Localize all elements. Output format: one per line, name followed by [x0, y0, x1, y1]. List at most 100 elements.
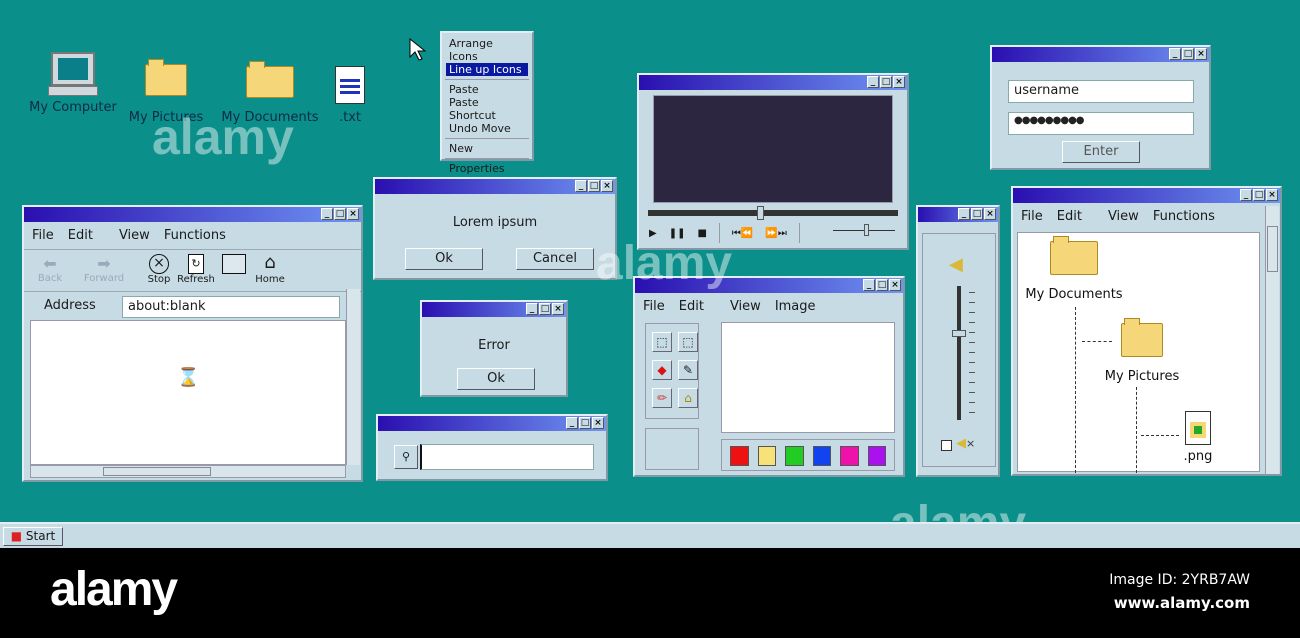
menu-view[interactable]: View	[1108, 209, 1139, 224]
color-swatch[interactable]	[757, 446, 776, 466]
maximize-button[interactable]: □	[579, 417, 591, 429]
pencil-tool[interactable]: ✏	[652, 388, 672, 408]
title-bar[interactable]: _ □ ×	[422, 302, 566, 317]
username-input[interactable]: username	[1008, 80, 1194, 103]
title-bar[interactable]: _ □ ×	[639, 75, 907, 90]
title-bar[interactable]: _ □ ×	[24, 207, 361, 222]
title-bar[interactable]: _ □ ×	[378, 416, 606, 431]
close-button[interactable]: ×	[552, 303, 564, 315]
desktop-icon-txt[interactable]: .txt	[325, 66, 375, 125]
skip-back-icon[interactable]: ⏮⏪	[732, 228, 753, 239]
folder-button[interactable]	[222, 254, 246, 274]
minimize-button[interactable]: _	[566, 417, 578, 429]
search-input[interactable]	[420, 444, 594, 470]
minimize-button[interactable]: _	[867, 76, 879, 88]
title-bar[interactable]: _ □ ×	[375, 179, 615, 194]
menu-item-paste[interactable]: Paste	[442, 83, 532, 96]
menu-image[interactable]: Image	[775, 299, 816, 314]
menu-view[interactable]: View	[119, 228, 150, 243]
enter-button[interactable]: Enter	[1062, 141, 1140, 163]
menu-file[interactable]: File	[32, 228, 54, 243]
skip-forward-icon[interactable]: ⏩⏭	[765, 228, 786, 239]
cancel-button[interactable]: Cancel	[516, 248, 594, 270]
title-bar[interactable]: _ □ ×	[1013, 188, 1280, 203]
close-button[interactable]: ×	[893, 76, 905, 88]
color-swatch[interactable]	[867, 446, 886, 466]
maximize-button[interactable]: □	[880, 76, 892, 88]
color-swatch[interactable]	[730, 446, 749, 466]
eraser-tool[interactable]: ◆	[652, 360, 672, 380]
home-button[interactable]: ⌂ Home	[254, 252, 286, 285]
horizontal-scrollbar[interactable]	[30, 465, 346, 478]
minimize-button[interactable]: _	[1240, 189, 1252, 201]
close-button[interactable]: ×	[984, 208, 996, 220]
maximize-button[interactable]: □	[1182, 48, 1194, 60]
menu-item-line-up-icons[interactable]: Line up Icons	[446, 63, 528, 76]
rect-select-tool[interactable]: ⬚	[678, 332, 698, 352]
ok-button[interactable]: Ok	[457, 368, 535, 390]
menu-item-properties[interactable]: Properties	[442, 162, 532, 175]
maximize-button[interactable]: □	[876, 279, 888, 291]
menu-edit[interactable]: Edit	[68, 228, 93, 243]
maximize-button[interactable]: □	[539, 303, 551, 315]
color-swatch[interactable]	[785, 446, 804, 466]
mute-checkbox[interactable]	[941, 440, 952, 451]
menu-view[interactable]: View	[730, 299, 761, 314]
password-input[interactable]: ●●●●●●●●●	[1008, 112, 1194, 135]
free-select-tool[interactable]: ⬚	[652, 332, 672, 352]
menu-functions[interactable]: Functions	[164, 228, 226, 243]
close-button[interactable]: ×	[1266, 189, 1278, 201]
minimize-button[interactable]: _	[575, 180, 587, 192]
menu-file[interactable]: File	[1021, 209, 1043, 224]
title-bar[interactable]: _ □ ×	[992, 47, 1209, 62]
explorer-window: _ □ × File Edit View Functions My Document…	[1011, 186, 1282, 476]
volume-slider[interactable]	[952, 286, 966, 420]
menu-edit[interactable]: Edit	[679, 299, 704, 314]
back-button[interactable]: ⬅ Back	[32, 254, 68, 284]
menu-item-undo-move[interactable]: Undo Move	[442, 122, 532, 135]
forward-button[interactable]: ➡ Forward	[82, 254, 126, 284]
color-picker-tool[interactable]: ✎	[678, 360, 698, 380]
color-swatch[interactable]	[840, 446, 859, 466]
search-icon[interactable]: ⚲	[394, 445, 418, 469]
close-button[interactable]: ×	[592, 417, 604, 429]
minimize-button[interactable]: _	[1169, 48, 1181, 60]
ok-button[interactable]: Ok	[405, 248, 483, 270]
menu-item-paste-shortcut[interactable]: Paste Shortcut	[442, 96, 532, 122]
menu-item-new[interactable]: New	[442, 142, 532, 155]
menu-file[interactable]: File	[643, 299, 665, 314]
close-button[interactable]: ×	[1195, 48, 1207, 60]
menu-item-arrange-icons[interactable]: Arrange Icons	[442, 37, 532, 63]
close-button[interactable]: ×	[601, 180, 613, 192]
brush-tool[interactable]: ⌂	[678, 388, 698, 408]
volume-slider[interactable]	[833, 224, 895, 236]
maximize-button[interactable]: □	[971, 208, 983, 220]
start-button[interactable]: ■ Start	[3, 527, 63, 546]
minimize-button[interactable]: _	[958, 208, 970, 220]
search-window: _ □ × ⚲	[376, 414, 608, 481]
tree-item-my-documents[interactable]: My Documents	[1024, 236, 1124, 302]
seek-bar[interactable]	[648, 206, 898, 220]
menu-edit[interactable]: Edit	[1057, 209, 1082, 224]
address-input[interactable]: about:blank	[122, 296, 340, 318]
vertical-scrollbar[interactable]	[346, 289, 360, 465]
minimize-button[interactable]: _	[863, 279, 875, 291]
maximize-button[interactable]: □	[588, 180, 600, 192]
minimize-button[interactable]: _	[526, 303, 538, 315]
title-bar[interactable]: _ □ ×	[918, 207, 998, 222]
minimize-button[interactable]: _	[321, 208, 333, 220]
folder-tree: My Documents My Pictures .png	[1017, 232, 1260, 473]
close-button[interactable]: ×	[889, 279, 901, 291]
vertical-scrollbar[interactable]	[1265, 206, 1279, 474]
close-button[interactable]: ×	[347, 208, 359, 220]
maximize-button[interactable]: □	[334, 208, 346, 220]
color-swatch[interactable]	[812, 446, 831, 466]
menu-functions[interactable]: Functions	[1153, 209, 1215, 224]
refresh-button[interactable]: ↻ Refresh	[176, 254, 216, 285]
stop-button[interactable]: × Stop	[144, 254, 174, 285]
tree-item-png[interactable]: .png	[1178, 411, 1218, 464]
maximize-button[interactable]: □	[1253, 189, 1265, 201]
canvas[interactable]	[721, 322, 895, 433]
tree-item-my-pictures[interactable]: My Pictures	[1098, 318, 1186, 384]
desktop-icon-my-computer[interactable]: My Computer	[28, 52, 118, 115]
